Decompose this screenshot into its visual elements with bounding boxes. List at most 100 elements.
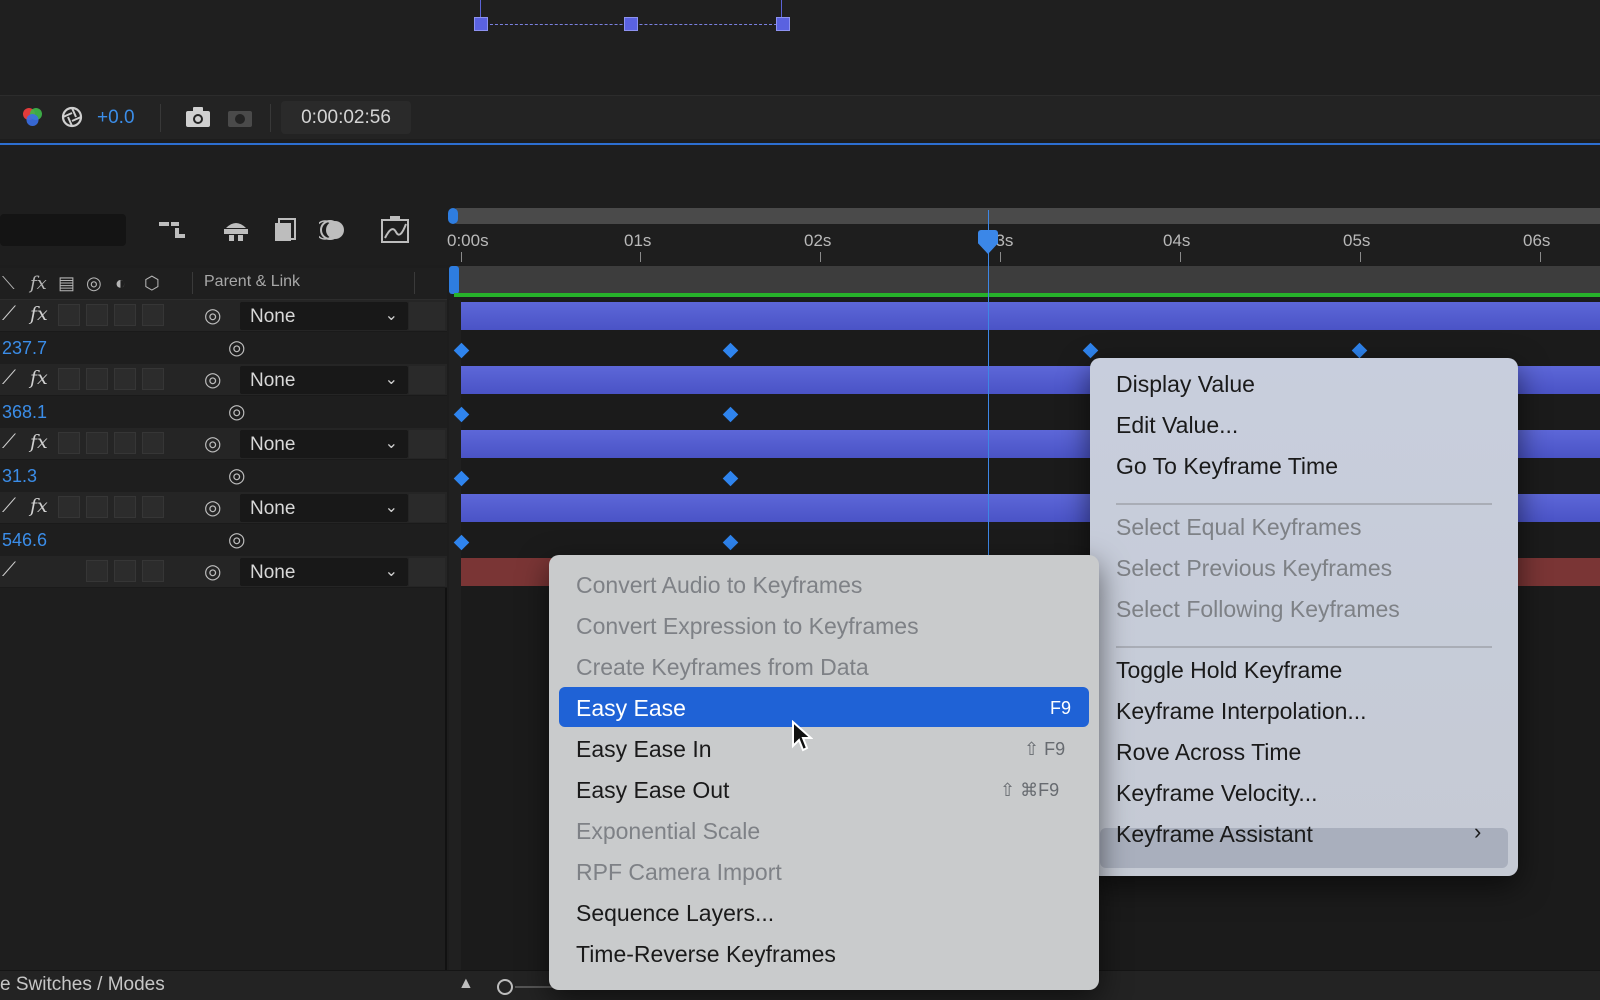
property-value[interactable]: 546.6: [2, 530, 47, 551]
property-value[interactable]: 368.1: [2, 402, 47, 423]
quality-switch-icon[interactable]: ⟋: [2, 431, 16, 454]
switch-box[interactable]: [142, 304, 164, 326]
effect-switch-icon[interactable]: fx: [30, 303, 48, 325]
channel-color-icon[interactable]: [20, 104, 46, 130]
effect-switch-icon[interactable]: fx: [30, 495, 48, 517]
menu-item-keyframe-velocity[interactable]: Keyframe Velocity...: [1116, 780, 1318, 807]
switch-box[interactable]: [142, 432, 164, 454]
work-area-start-handle[interactable]: [449, 266, 459, 294]
switch-box[interactable]: [58, 304, 80, 326]
layer-row[interactable]: ⟋ fx ◎ None ⌄: [0, 300, 447, 332]
show-snapshot-icon[interactable]: [227, 104, 253, 130]
layer-row[interactable]: ⟋ fx ◎ None ⌄: [0, 364, 447, 396]
motion-blur-icon[interactable]: [316, 214, 350, 246]
effect-switch-icon[interactable]: fx: [30, 273, 47, 294]
layer-row[interactable]: ⟋ fx ◎ None ⌄: [0, 428, 447, 460]
menu-item-keyframe-assistant[interactable]: Keyframe Assistant: [1116, 821, 1313, 848]
switch-box[interactable]: [86, 496, 108, 518]
submenu-item-time-reverse-keyframes[interactable]: Time-Reverse Keyframes: [576, 941, 836, 968]
exposure-value[interactable]: +0.0: [97, 107, 135, 129]
property-value[interactable]: 237.7: [2, 338, 47, 359]
menu-item-edit-value[interactable]: Edit Value...: [1116, 412, 1238, 439]
ruler-tick-mark: [820, 252, 821, 262]
current-time-display[interactable]: 0:00:02:56: [281, 101, 411, 134]
switch-box[interactable]: [114, 496, 136, 518]
switch-box[interactable]: [86, 560, 108, 582]
adjustment-layer-switch-icon[interactable]: ◐: [115, 273, 126, 294]
parent-pickwhip-icon[interactable]: ◎: [204, 367, 221, 392]
menu-item-go-to-keyframe-time[interactable]: Go To Keyframe Time: [1116, 453, 1338, 480]
submenu-item-easy-ease-out[interactable]: Easy Ease Out: [576, 777, 729, 804]
switch-box[interactable]: [114, 432, 136, 454]
quality-switch-icon[interactable]: ⟍: [2, 273, 15, 294]
property-value[interactable]: 31.3: [2, 466, 37, 487]
quality-switch-icon[interactable]: ⟋: [2, 559, 16, 582]
parent-dropdown[interactable]: None ⌄: [240, 430, 408, 458]
menu-item-rove-across-time[interactable]: Rove Across Time: [1116, 739, 1301, 766]
switch-box[interactable]: [114, 368, 136, 390]
reset-exposure-icon[interactable]: [59, 104, 85, 130]
layer-row[interactable]: ⟋ fx ◎ None ⌄: [0, 492, 447, 524]
switch-box[interactable]: [142, 368, 164, 390]
switch-box[interactable]: [58, 368, 80, 390]
menu-item-toggle-hold-keyframe[interactable]: Toggle Hold Keyframe: [1116, 657, 1342, 684]
expression-pickwhip-icon[interactable]: ◎: [228, 399, 245, 424]
switch-box[interactable]: [86, 304, 108, 326]
switch-box[interactable]: [58, 496, 80, 518]
parent-pickwhip-icon[interactable]: ◎: [204, 303, 221, 328]
frame-blend-switch-icon[interactable]: ▤: [58, 273, 75, 294]
transform-handle-right[interactable]: [776, 17, 790, 31]
composition-mini-flowchart-icon[interactable]: [155, 214, 189, 246]
ruler-tick-mark: [1180, 252, 1181, 262]
quality-switch-icon[interactable]: ⟋: [2, 495, 16, 518]
expression-pickwhip-icon[interactable]: ◎: [228, 463, 245, 488]
submenu-item-sequence-layers[interactable]: Sequence Layers...: [576, 900, 774, 927]
transform-handle-left[interactable]: [474, 17, 488, 31]
switch-box[interactable]: [86, 432, 108, 454]
toolbar-divider: [160, 104, 161, 132]
parent-dropdown[interactable]: None ⌄: [240, 302, 408, 330]
work-area-bar[interactable]: [454, 266, 1600, 294]
switch-box[interactable]: [142, 496, 164, 518]
zoom-slider-knob[interactable]: [497, 979, 513, 995]
layer-duration-bar[interactable]: [461, 302, 1600, 330]
time-navigator-start-handle[interactable]: [448, 208, 458, 224]
column-spacer: [409, 430, 445, 458]
draft-3d-icon[interactable]: [219, 214, 253, 246]
transform-handle-center[interactable]: [624, 17, 638, 31]
menu-item-display-value[interactable]: Display Value: [1116, 371, 1255, 398]
composition-viewer[interactable]: [0, 0, 1600, 95]
switch-box[interactable]: [142, 560, 164, 582]
parent-pickwhip-icon[interactable]: ◎: [204, 431, 221, 456]
quality-switch-icon[interactable]: ⟋: [2, 367, 16, 390]
snapshot-camera-icon[interactable]: [185, 104, 211, 130]
switch-box[interactable]: [114, 560, 136, 582]
parent-dropdown[interactable]: None ⌄: [240, 366, 408, 394]
parent-pickwhip-icon[interactable]: ◎: [204, 495, 221, 520]
layer-row[interactable]: ⟋ ◎ None ⌄: [0, 556, 447, 588]
switch-box[interactable]: [86, 368, 108, 390]
layer-search-input[interactable]: [0, 214, 126, 246]
effect-switch-icon[interactable]: fx: [30, 367, 48, 389]
zoom-slider-track[interactable]: [515, 986, 555, 988]
expression-pickwhip-icon[interactable]: ◎: [228, 335, 245, 360]
render-cache-indicator: [454, 293, 1600, 297]
effect-switch-icon[interactable]: fx: [30, 431, 48, 453]
toggle-switches-modes-button[interactable]: e Switches / Modes: [0, 974, 165, 996]
graph-editor-icon[interactable]: [378, 214, 412, 246]
parent-pickwhip-icon[interactable]: ◎: [204, 559, 221, 584]
quality-switch-icon[interactable]: ⟋: [2, 303, 16, 326]
menu-item-keyframe-interpolation[interactable]: Keyframe Interpolation...: [1116, 698, 1367, 725]
expression-pickwhip-icon[interactable]: ◎: [228, 527, 245, 552]
zoom-out-icon[interactable]: ▲: [458, 975, 474, 993]
submenu-item-easy-ease-in[interactable]: Easy Ease In: [576, 736, 712, 763]
3d-layer-switch-icon[interactable]: ⬡: [144, 273, 160, 294]
parent-dropdown[interactable]: None ⌄: [240, 494, 408, 522]
frame-blending-icon[interactable]: [268, 214, 302, 246]
switch-box[interactable]: [58, 432, 80, 454]
switch-box[interactable]: [114, 304, 136, 326]
submenu-item-easy-ease[interactable]: Easy Ease: [576, 695, 686, 722]
parent-dropdown[interactable]: None ⌄: [240, 558, 408, 586]
motion-blur-switch-icon[interactable]: ◎: [86, 273, 102, 294]
time-navigator-bar[interactable]: [454, 208, 1600, 224]
